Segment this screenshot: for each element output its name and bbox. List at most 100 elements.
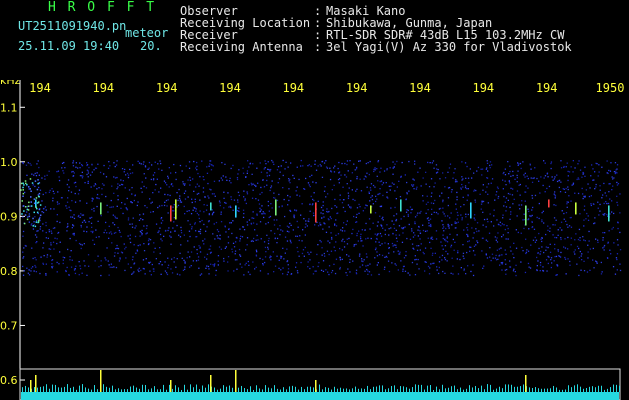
noise-speck — [425, 212, 427, 214]
noise-speck — [434, 252, 436, 254]
noise-speck — [509, 246, 511, 248]
noise-speck — [282, 174, 284, 177]
noise-speck — [441, 192, 443, 194]
noise-speck — [158, 191, 160, 193]
noise-speck — [443, 213, 445, 215]
noise-speck — [246, 237, 249, 239]
noise-speck — [282, 273, 284, 275]
noise-speck — [464, 162, 467, 164]
trace-spike — [391, 386, 392, 392]
noise-speck — [236, 177, 239, 179]
noise-speck — [557, 229, 559, 231]
noise-speck — [345, 176, 348, 178]
noise-speck — [198, 267, 200, 269]
noise-speck — [35, 242, 37, 244]
noise-speck — [255, 185, 257, 188]
echo-cluster-dot — [32, 217, 34, 220]
noise-speck — [87, 170, 89, 172]
noise-speck — [592, 247, 594, 250]
echo-cluster-dot — [37, 202, 39, 204]
noise-speck — [500, 262, 502, 264]
noise-speck — [536, 256, 538, 259]
noise-speck — [565, 166, 567, 168]
noise-speck — [603, 244, 606, 247]
noise-speck — [304, 188, 306, 190]
noise-speck — [425, 183, 427, 185]
noise-speck — [333, 263, 335, 265]
noise-speck — [444, 186, 446, 188]
noise-speck — [509, 193, 511, 195]
noise-speck — [270, 259, 272, 261]
noise-speck — [441, 259, 443, 261]
noise-speck — [176, 273, 179, 275]
noise-speck — [391, 262, 393, 264]
noise-speck — [567, 186, 569, 188]
trace-spike — [253, 389, 254, 392]
x-axis: 194 194 194 194 194 194 194 194 194 1950 — [29, 81, 624, 95]
noise-speck — [519, 183, 521, 186]
noise-speck — [462, 255, 464, 257]
noise-speck — [66, 183, 68, 186]
noise-speck — [513, 268, 515, 270]
noise-speck — [215, 274, 217, 276]
noise-speck — [276, 237, 279, 240]
noise-speck — [196, 161, 198, 164]
noise-speck — [370, 237, 372, 240]
noise-speck — [534, 167, 536, 169]
noise-speck — [184, 268, 186, 270]
noise-speck — [45, 274, 47, 276]
noise-speck — [442, 234, 444, 236]
noise-speck — [364, 229, 366, 231]
noise-speck — [491, 178, 494, 180]
noise-speck — [403, 265, 405, 267]
noise-speck — [30, 224, 32, 226]
noise-speck — [67, 225, 69, 227]
trace-spike — [385, 389, 386, 392]
noise-speck — [516, 190, 519, 192]
noise-speck — [485, 191, 487, 193]
noise-speck — [442, 201, 444, 203]
trace-spike — [145, 384, 146, 392]
noise-speck — [175, 266, 177, 268]
trace-spike — [121, 389, 122, 392]
noise-speck — [323, 190, 326, 192]
noise-speck — [160, 162, 162, 165]
noise-speck — [145, 177, 147, 179]
noise-speck — [27, 216, 29, 218]
noise-speck — [83, 260, 85, 262]
noise-speck — [37, 160, 39, 162]
noise-speck — [193, 246, 195, 248]
noise-speck — [39, 216, 41, 219]
noise-speck — [412, 185, 414, 187]
noise-speck — [432, 160, 435, 162]
noise-speck — [207, 182, 209, 185]
noise-speck — [116, 244, 118, 247]
noise-speck — [133, 199, 135, 202]
noise-speck — [505, 273, 507, 275]
noise-speck — [418, 245, 420, 247]
noise-speck — [608, 230, 610, 232]
noise-speck — [286, 225, 289, 227]
trace-spike — [430, 385, 431, 392]
noise-speck — [547, 176, 549, 178]
noise-speck — [56, 261, 58, 264]
noise-speck — [523, 174, 525, 176]
noise-speck — [321, 176, 324, 178]
noise-speck — [109, 266, 111, 268]
noise-speck — [395, 237, 398, 239]
noise-speck — [405, 251, 407, 253]
noise-speck — [159, 247, 161, 249]
noise-speck — [571, 184, 573, 186]
noise-speck — [444, 215, 446, 217]
trace-spike — [229, 385, 230, 392]
noise-speck — [286, 260, 288, 263]
noise-speck — [266, 234, 268, 236]
noise-speck — [360, 238, 362, 240]
noise-speck — [91, 171, 93, 173]
noise-speck — [75, 265, 77, 267]
noise-speck — [262, 258, 264, 261]
noise-speck — [570, 244, 572, 246]
noise-speck — [40, 256, 42, 258]
noise-speck — [143, 173, 145, 175]
echo-cluster-dot — [35, 197, 38, 199]
